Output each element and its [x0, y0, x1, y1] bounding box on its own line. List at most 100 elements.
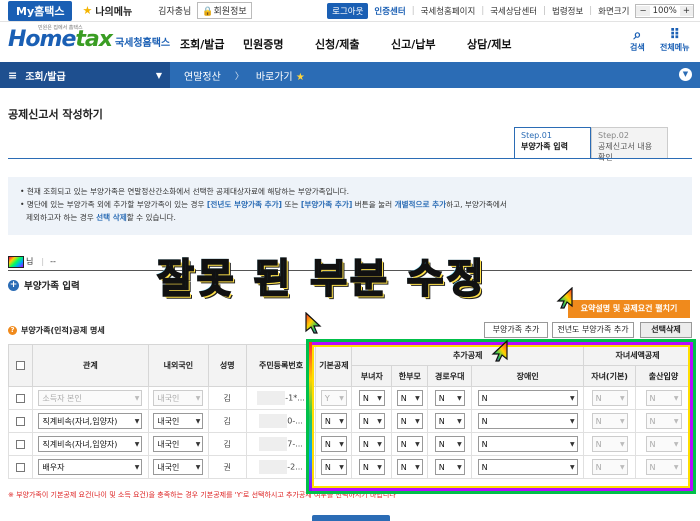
kid-select: N ▼	[591, 413, 628, 429]
zoom-out-button[interactable]: −	[636, 6, 650, 16]
location-bar: ≡ 조회/발급 ▼ 연말정산 〉 바로가기 ★ ▼	[0, 62, 700, 88]
relation-select[interactable]: 직계비속(자녀,입양자) ▼	[38, 436, 143, 452]
cursor-arrow-icon	[491, 340, 508, 362]
birth-select: N ▼	[645, 413, 682, 429]
single-select[interactable]: N ▼	[396, 390, 423, 406]
select-value: N	[400, 416, 407, 426]
select-value: N	[438, 393, 445, 403]
select-value: N	[400, 393, 407, 403]
birth-select: N ▼	[645, 390, 682, 406]
divider: |	[589, 6, 593, 16]
tab-step-1[interactable]: Step.01 부양가족 입력	[514, 127, 591, 159]
name-value: 김	[223, 439, 231, 449]
woman-select[interactable]: N ▼	[358, 436, 385, 452]
select-value: N	[438, 416, 445, 426]
single-select[interactable]: N ▼	[396, 459, 423, 475]
select-value: N	[595, 439, 602, 449]
info-line-2: • 명단에 있는 부양가족 외에 추가할 부양가족이 있는 경우 [전년도 부양…	[20, 200, 507, 209]
chevron-down-icon: ▼	[339, 440, 344, 448]
elder-select[interactable]: N ▼	[434, 436, 465, 452]
select-value: 직계비속(자녀,입양자)	[42, 439, 118, 449]
next-button[interactable]	[312, 515, 390, 521]
elder-select[interactable]: N ▼	[434, 390, 465, 406]
search-button[interactable]: ⌕ 검색	[630, 28, 645, 53]
row-checkbox[interactable]	[15, 393, 25, 403]
my-menu-link[interactable]: ★ 나의메뉴	[82, 3, 132, 18]
basic-cell: N ▼	[315, 432, 353, 456]
single-select[interactable]: N ▼	[396, 436, 423, 452]
taxpayer-id: --	[50, 257, 56, 266]
domestic-select[interactable]: 내국인 ▼	[153, 436, 204, 452]
name-value: 권	[223, 462, 231, 472]
all-menu-button[interactable]: ⠿ 전체메뉴	[660, 28, 689, 53]
domestic-select[interactable]: 내국인 ▼	[153, 459, 204, 475]
basic-select[interactable]: N ▼	[320, 436, 347, 452]
basic-select[interactable]: N ▼	[320, 459, 347, 475]
disabled-select[interactable]: N ▼	[477, 390, 578, 406]
cursor-arrow-icon	[305, 312, 322, 334]
zoom-in-button[interactable]: +	[679, 6, 693, 16]
chevron-down-icon[interactable]: ▼	[679, 68, 692, 81]
expand-summary-button[interactable]: 요약설명 및 공제요건 펼치기	[568, 300, 690, 318]
chevron-down-icon: ▼	[339, 394, 344, 402]
nts-homepage-link[interactable]: 국세청홈페이지	[421, 5, 476, 17]
woman-cell: N ▼	[351, 386, 393, 410]
logout-button[interactable]: 로그아웃	[327, 3, 369, 19]
elder-select[interactable]: N ▼	[434, 459, 465, 475]
disabled-select[interactable]: N ▼	[477, 436, 578, 452]
disabled-select[interactable]: N ▼	[477, 413, 578, 429]
gnb-item-inquiry[interactable]: 조회/발급	[180, 36, 243, 52]
add-dependent-button[interactable]: 부양가족 추가	[484, 322, 548, 338]
consult-center-link[interactable]: 국세상담센터	[490, 5, 537, 17]
gnb-item-application[interactable]: 신청/제출	[315, 36, 391, 52]
header-disabled: 장애인	[471, 365, 585, 387]
my-hometax-button[interactable]: My홈택스	[8, 0, 73, 21]
elder-cell: N ▼	[427, 409, 473, 433]
domestic-cell: 내국인 ▼	[147, 455, 209, 479]
add-prev-dependent-button[interactable]: 전년도 부양가족 추가	[552, 322, 634, 338]
logo-tagline: 민원은 집에서 홈택스	[38, 25, 83, 31]
step-label: 부양가족 입력	[521, 142, 568, 151]
row-checkbox[interactable]	[15, 462, 25, 472]
relation-select[interactable]: 배우자 ▼	[38, 459, 143, 475]
screen-size-label: 화면크기	[598, 7, 630, 17]
info-box: • 현재 조회되고 있는 부양가족은 연말정산간소화에서 선택한 공제대상자료에…	[8, 177, 692, 235]
row-checkbox[interactable]	[15, 439, 25, 449]
law-info-link[interactable]: 법령정보	[552, 5, 583, 17]
woman-select[interactable]: N ▼	[358, 390, 385, 406]
divider: |	[543, 6, 546, 16]
delete-selected-button[interactable]: 선택삭제	[640, 322, 692, 338]
dependents-table: 관계 내외국인 성명 주민등록번호 기본공제 추가공제 자녀세액공제 부녀자 한…	[8, 344, 692, 479]
woman-select[interactable]: N ▼	[358, 413, 385, 429]
gnb-item-certificate[interactable]: 민원증명	[243, 36, 315, 52]
tab-step-2[interactable]: Step.02 공제신고서 내용 확인	[591, 127, 668, 162]
chevron-down-icon: ▼	[339, 463, 344, 471]
relation-select[interactable]: 직계비속(자녀,입양자) ▼	[38, 413, 143, 429]
select-all-checkbox[interactable]	[15, 361, 25, 370]
hometax-logo[interactable]: 민원은 집에서 홈택스 Hometax 국세청홈택스	[8, 25, 170, 52]
basic-select[interactable]: N ▼	[320, 413, 347, 429]
chevron-down-icon: ▼	[377, 463, 382, 471]
basic-select: Y ▼	[320, 390, 347, 406]
rrn-value: 0-...	[287, 416, 303, 426]
shortcut-link[interactable]: 바로가기 ★	[256, 68, 305, 83]
info-highlight: [부양가족 추가]	[300, 200, 353, 209]
breadcrumb-current[interactable]: 연말정산	[184, 68, 221, 83]
basic-cell: N ▼	[315, 409, 353, 433]
chevron-down-icon: ▼	[673, 440, 679, 448]
user-info-button[interactable]: 🔒회원정보	[197, 2, 252, 19]
cert-center-link[interactable]: 인증센터	[374, 5, 405, 17]
disabled-select[interactable]: N ▼	[477, 459, 578, 475]
header-domestic: 내외국인	[147, 344, 209, 387]
domestic-select[interactable]: 내국인 ▼	[153, 413, 204, 429]
category-dropdown[interactable]: ≡ 조회/발급 ▼	[0, 62, 170, 88]
gnb-item-consult[interactable]: 상담/제보	[467, 36, 530, 52]
chevron-down-icon: ▼	[673, 394, 679, 402]
birth-cell: N ▼	[635, 409, 692, 433]
single-select[interactable]: N ▼	[396, 413, 423, 429]
chevron-down-icon: ▼	[377, 394, 382, 402]
gnb-item-filing[interactable]: 신고/납부	[391, 36, 467, 52]
row-checkbox[interactable]	[15, 416, 25, 426]
woman-select[interactable]: N ▼	[358, 459, 385, 475]
elder-select[interactable]: N ▼	[434, 413, 465, 429]
